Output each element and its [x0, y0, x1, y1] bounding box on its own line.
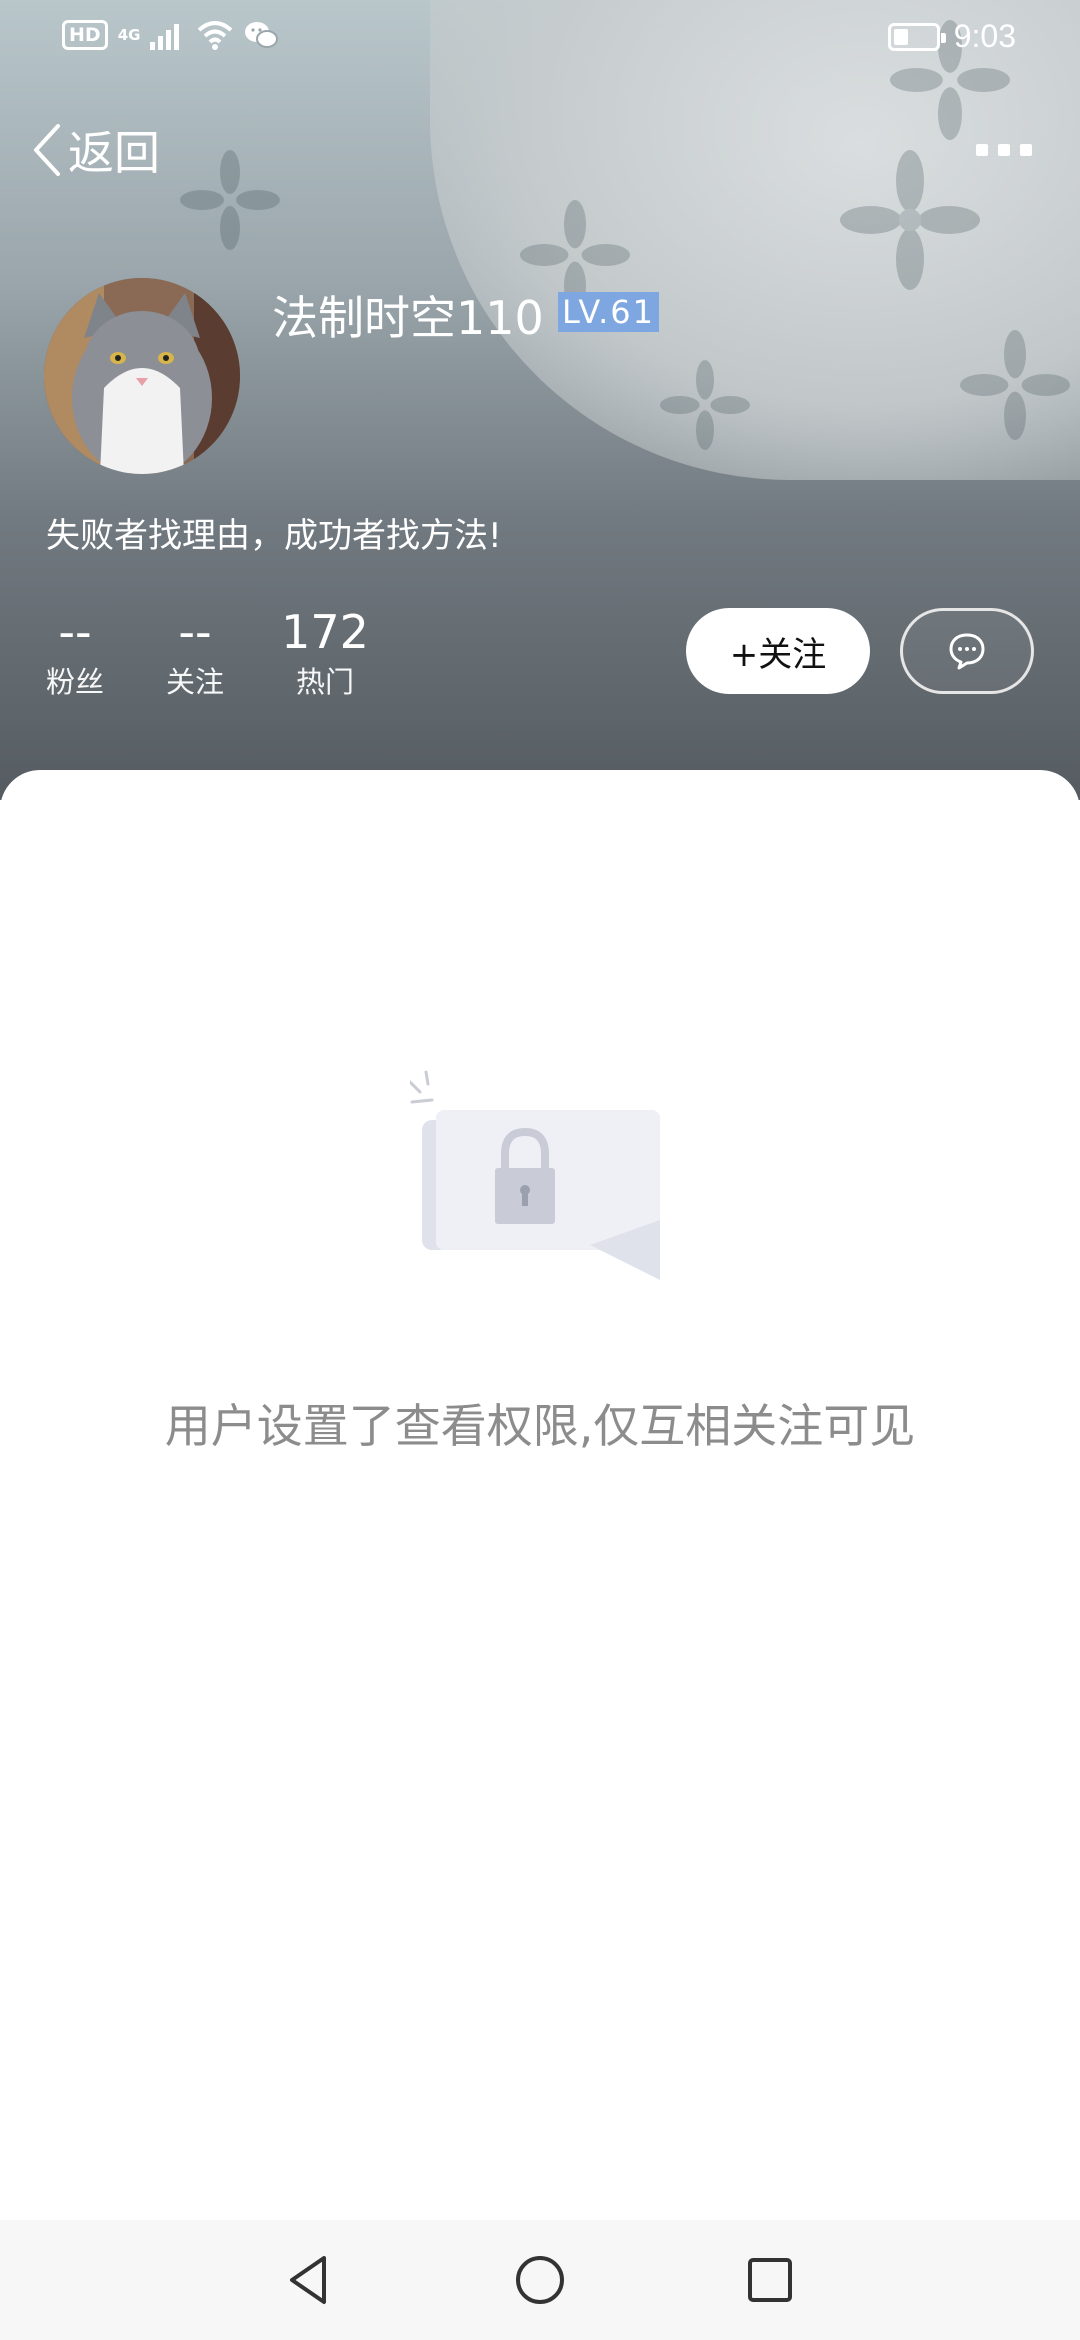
more-icon[interactable]	[964, 110, 1044, 190]
signal-icon	[150, 24, 180, 50]
cat-avatar-image	[44, 278, 240, 474]
level-badge: LV.61	[558, 292, 659, 332]
stat-following[interactable]: -- 关注	[150, 604, 240, 704]
wechat-icon	[245, 22, 279, 48]
clock: 9:03	[953, 18, 1016, 54]
battery-level	[893, 28, 908, 45]
system-navigation-bar	[0, 2220, 1080, 2340]
status-left-icons: HD 4G	[62, 20, 279, 50]
empty-state-message: 用户设置了查看权限,仅互相关注可见	[164, 1399, 916, 1453]
chat-bubble-icon	[949, 633, 985, 670]
circle-home-icon[interactable]	[510, 2250, 570, 2310]
stat-popular[interactable]: 172 热门	[270, 604, 380, 704]
more-dot	[998, 144, 1010, 156]
flower-decoration	[660, 360, 750, 450]
stat-fans[interactable]: -- 粉丝	[30, 604, 120, 704]
stat-label: 粉丝	[45, 665, 104, 699]
stat-value: 172	[281, 605, 369, 659]
stat-label: 热门	[295, 665, 354, 699]
more-dot	[1020, 144, 1032, 156]
status-bar: HD 4G 9:03	[0, 0, 1080, 76]
message-button[interactable]	[900, 608, 1034, 694]
hd-badge: HD	[62, 20, 108, 50]
flower-decoration	[960, 330, 1070, 440]
more-dot	[976, 144, 988, 156]
follow-button[interactable]: +关注	[686, 608, 870, 694]
profile-bio: 失败者找理由，成功者找方法!	[46, 516, 502, 556]
back-button[interactable]: 返回	[28, 110, 160, 190]
triangle-back-icon[interactable]	[280, 2250, 340, 2310]
avatar[interactable]	[44, 278, 240, 474]
content-card: 用户设置了查看权限,仅互相关注可见	[0, 770, 1080, 2220]
battery-icon	[887, 22, 946, 51]
lock-icon	[410, 1070, 660, 1280]
back-label: 返回	[68, 126, 160, 180]
wifi-icon	[198, 21, 233, 50]
chevron-left-icon	[34, 124, 60, 176]
stat-label: 关注	[165, 665, 224, 699]
square-recents-icon[interactable]	[740, 2250, 800, 2310]
username: 法制时空110	[272, 291, 544, 345]
network-type: 4G	[117, 26, 141, 44]
status-right-icons: 9:03	[887, 18, 1016, 55]
top-nav-bar: 返回	[0, 110, 1080, 190]
stat-value: --	[58, 605, 92, 659]
stat-value: --	[178, 605, 212, 659]
